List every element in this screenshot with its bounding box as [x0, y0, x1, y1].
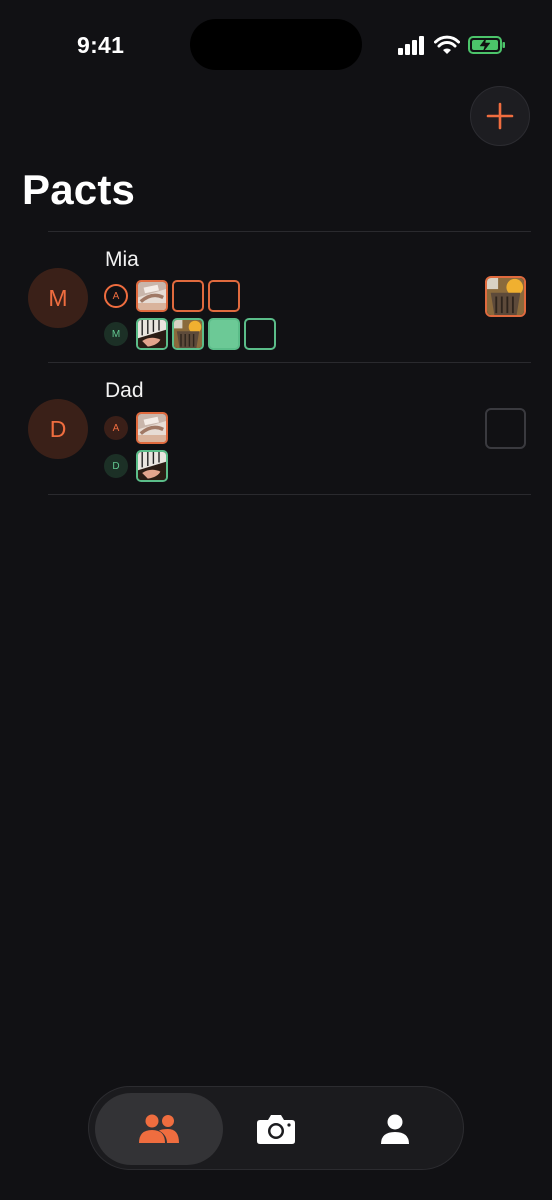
tab-bar [88, 1086, 464, 1170]
day-slot-empty[interactable] [172, 280, 204, 312]
member-track-a: A [104, 280, 240, 312]
page-title: Pacts [22, 166, 136, 213]
tab-pacts[interactable] [95, 1093, 223, 1165]
day-slot-photo[interactable] [136, 280, 168, 312]
pact-row-dad[interactable]: D Dad A D [0, 363, 552, 493]
member-badge: M [104, 322, 128, 346]
camera-icon [257, 1115, 295, 1144]
member-track-a: A [104, 412, 168, 444]
member-track-m: M [104, 318, 276, 350]
cellular-signal-icon [398, 36, 424, 55]
day-slot-photo[interactable] [136, 318, 168, 350]
day-slot-empty[interactable] [244, 318, 276, 350]
day-slot-photo[interactable] [136, 450, 168, 482]
scroll-photo-icon [138, 282, 166, 310]
today-photo-thumbnail[interactable] [485, 276, 526, 317]
member-badge: D [104, 454, 128, 478]
bucket-photo-icon [174, 320, 202, 348]
member-track-d: D [104, 450, 168, 482]
piano-photo-icon [138, 320, 166, 348]
piano-photo-icon [138, 452, 166, 480]
member-badge: A [104, 416, 128, 440]
add-pact-button[interactable] [470, 86, 530, 146]
dynamic-island [190, 19, 362, 70]
status-time: 9:41 [77, 32, 125, 58]
plus-icon [486, 102, 514, 130]
pact-name: Mia [105, 248, 139, 271]
wifi-icon [434, 35, 460, 54]
person-icon [381, 1114, 409, 1144]
today-empty-slot[interactable] [485, 408, 526, 449]
day-slot-photo[interactable] [172, 318, 204, 350]
scroll-photo-icon [138, 414, 166, 442]
people-icon [139, 1114, 179, 1143]
pact-name: Dad [105, 379, 144, 402]
tab-camera[interactable] [231, 1093, 321, 1165]
divider [48, 494, 531, 495]
tab-profile[interactable] [345, 1093, 445, 1165]
status-icons [398, 33, 506, 57]
avatar: D [28, 399, 88, 459]
pact-row-mia[interactable]: M Mia A M [0, 232, 552, 362]
day-slot-filled[interactable] [208, 318, 240, 350]
battery-charging-icon [468, 36, 505, 54]
day-slot-photo[interactable] [136, 412, 168, 444]
member-badge: A [104, 284, 128, 308]
avatar: M [28, 268, 88, 328]
day-slot-empty[interactable] [208, 280, 240, 312]
bucket-photo-icon [487, 278, 524, 315]
status-bar: 9:41 [0, 0, 552, 90]
